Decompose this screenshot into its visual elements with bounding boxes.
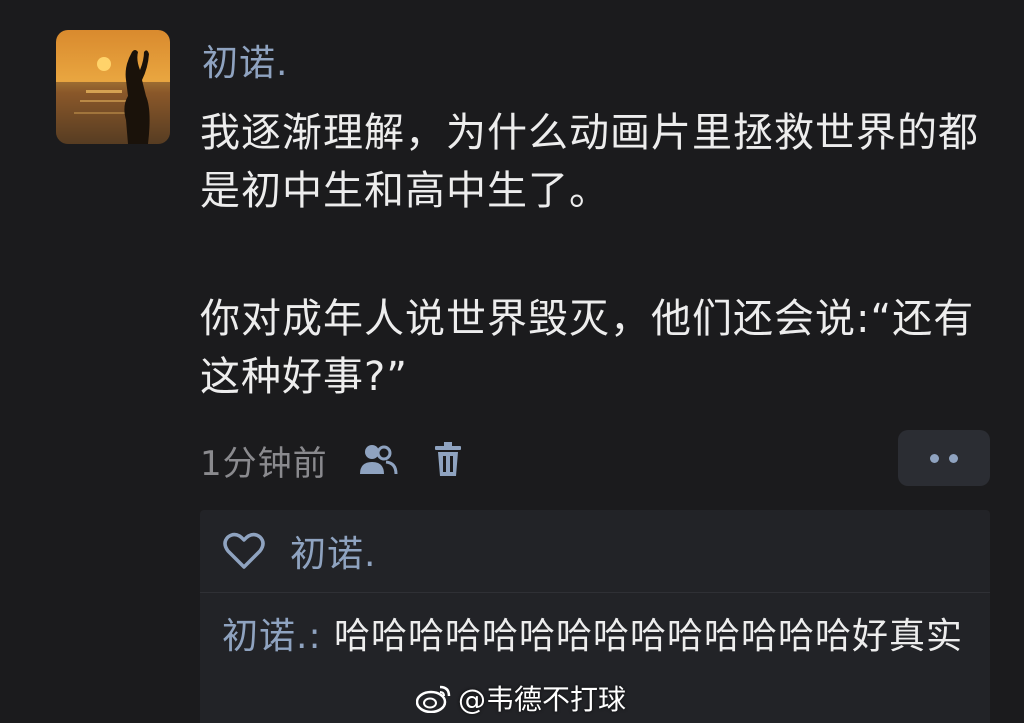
likes-row: 初诺.: [200, 510, 990, 593]
post-timestamp: 1分钟前: [200, 443, 328, 484]
post-text-paragraph-1: 我逐渐理解，为什么动画片里拯救世界的都是初中生和高中生了。: [200, 110, 979, 214]
watermark-text: @韦德不打球: [458, 683, 627, 716]
comment-text: 哈哈哈哈哈哈哈哈哈哈哈哈哈哈好真实: [321, 616, 964, 657]
watermark: @韦德不打球: [416, 676, 626, 720]
sunset-photo: [56, 30, 170, 144]
moment-post: 初诺. 我逐渐理解，为什么动画片里拯救世界的都是初中生和高中生了。 你对成年人说…: [0, 0, 1024, 723]
post-content: 我逐渐理解，为什么动画片里拯救世界的都是初中生和高中生了。 你对成年人说世界毁灭…: [200, 104, 990, 406]
trash-icon[interactable]: [428, 440, 468, 480]
post-meta: 1分钟前: [200, 432, 468, 488]
people-icon[interactable]: [358, 440, 398, 480]
weibo-logo: [416, 685, 451, 713]
post-text-paragraph-2: 你对成年人说世界毁灭，他们还会说:“还有这种好事?”: [200, 296, 975, 400]
more-button[interactable]: [898, 430, 990, 486]
comment-author[interactable]: 初诺.:: [222, 616, 322, 657]
avatar[interactable]: [56, 30, 170, 144]
liked-by-name[interactable]: 初诺.: [290, 525, 376, 577]
more-icon-dot: [930, 453, 939, 463]
post-username[interactable]: 初诺.: [202, 40, 288, 88]
heart-icon: [223, 532, 265, 569]
more-icon-dot: [949, 453, 958, 463]
comment-item[interactable]: 初诺.: 哈哈哈哈哈哈哈哈哈哈哈哈哈哈好真实: [200, 593, 990, 663]
